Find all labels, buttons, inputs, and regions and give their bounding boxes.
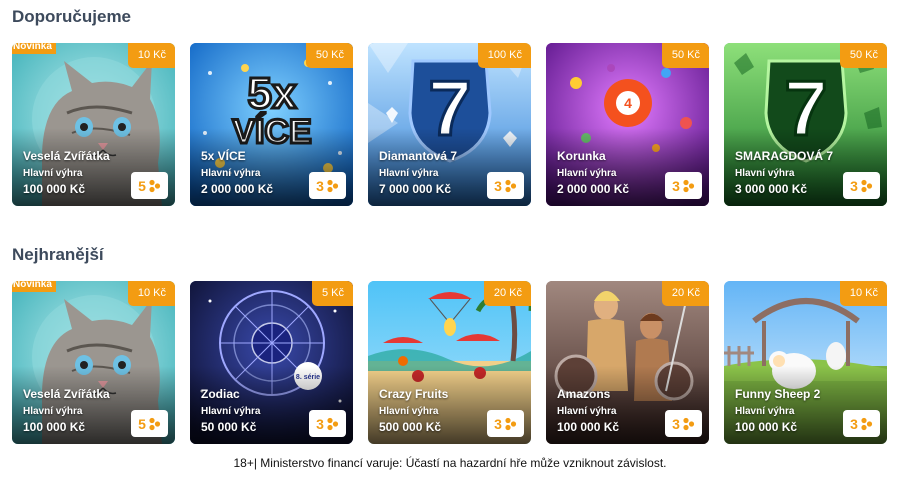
game-name: Diamantová 7 — [379, 149, 458, 163]
price-badge: 10 Kč — [839, 281, 887, 306]
price-badge: 10 Kč — [127, 43, 175, 68]
most-played-row: Novinka 10 Kč Veselá Zvířátka Hlavní výhra 1… — [12, 281, 887, 446]
main-prize-label: Hlavní výhra — [23, 168, 83, 179]
main-prize-label: Hlavní výhra — [379, 406, 439, 417]
game-name: SMARAGDOVÁ 7 — [735, 149, 834, 163]
price-badge: 100 Kč — [477, 43, 531, 68]
odds-value: 3 — [316, 415, 324, 432]
main-prize-label: Hlavní výhra — [735, 406, 795, 417]
odds-badge: 3 — [665, 410, 702, 437]
new-badge: Novinka — [12, 281, 56, 292]
odds-icon — [683, 417, 694, 430]
main-prize-label: Hlavní výhra — [557, 168, 617, 179]
odds-icon — [327, 417, 338, 430]
game-card[interactable]: 20 Kč Crazy Fruits Hlavní výhra 500 000 Kč 3 — [368, 281, 531, 444]
main-prize-value: 100 000 Kč — [23, 420, 86, 434]
art-text-5x: 5x — [248, 69, 297, 118]
odds-value: 3 — [494, 177, 502, 194]
odds-icon — [505, 179, 516, 192]
game-card[interactable]: 4 50 Kč Korunka Hlavní výhra 2 000 000 Kč 3 — [546, 43, 709, 206]
price-badge: 50 Kč — [305, 43, 353, 68]
main-prize-label: Hlavní výhra — [201, 168, 261, 179]
main-prize-value: 100 000 Kč — [557, 420, 620, 434]
new-badge: Novinka — [12, 43, 56, 54]
recommended-row: Novinka 10 Kč Veselá Zvířátka Hlavní výhra 1… — [12, 43, 887, 208]
game-card[interactable]: 7 50 Kč SMARAGDOVÁ 7 Hlavní výhra 3 000 000 … — [724, 43, 887, 206]
main-prize-value: 100 000 Kč — [735, 420, 798, 434]
game-card[interactable]: Novinka 10 Kč Veselá Zvířátka Hlavní výhra 1… — [12, 43, 175, 206]
price-badge: 20 Kč — [661, 281, 709, 306]
main-prize-label: Hlavní výhra — [23, 406, 83, 417]
main-prize-value: 2 000 000 Kč — [201, 182, 274, 196]
game-card[interactable]: 20 Kč Amazons Hlavní výhra 100 000 Kč 3 — [546, 281, 709, 444]
odds-icon — [327, 179, 338, 192]
section-title-recommended: Doporučujeme — [12, 7, 132, 26]
main-prize-label: Hlavní výhra — [379, 168, 439, 179]
main-prize-value: 100 000 Kč — [23, 182, 86, 196]
main-prize-value: 3 000 000 Kč — [735, 182, 808, 196]
game-card[interactable]: 8. série5 KčZodiacHlavní výhra50 000 Kč3 — [190, 281, 353, 444]
main-prize-label: Hlavní výhra — [735, 168, 795, 179]
main-prize-value: 7 000 000 Kč — [379, 182, 452, 196]
main-prize-value: 500 000 Kč — [379, 420, 442, 434]
odds-badge: 3 — [487, 172, 524, 199]
section-title-most-played: Nejhranější — [12, 245, 104, 264]
odds-badge: 3 — [309, 410, 346, 437]
price-badge: 50 Kč — [661, 43, 709, 68]
game-name: Korunka — [557, 149, 606, 163]
main-prize-label: Hlavní výhra — [557, 406, 617, 417]
odds-icon — [149, 179, 160, 192]
price-badge: 10 Kč — [127, 281, 175, 306]
odds-value: 3 — [850, 177, 858, 194]
art-text-ball: 4 — [624, 95, 632, 111]
odds-value: 3 — [316, 177, 324, 194]
odds-badge: 5 — [131, 410, 168, 437]
game-card[interactable]: 7 100 Kč Diamantová 7 Hlavní výhra 7 000 00… — [368, 43, 531, 206]
odds-badge: 3 — [665, 172, 702, 199]
odds-icon — [149, 417, 160, 430]
odds-value: 5 — [138, 177, 146, 194]
game-card[interactable]: 10 Kč Funny Sheep 2 Hlavní výhra 100 000 Kč… — [724, 281, 887, 444]
odds-value: 3 — [672, 415, 680, 432]
main-prize-value: 50 000 Kč — [201, 420, 257, 434]
main-prize-label: Hlavní výhra — [201, 406, 261, 417]
game-card[interactable]: Novinka 10 Kč Veselá Zvířátka Hlavní výhra 1… — [12, 281, 175, 444]
odds-badge: 5 — [131, 172, 168, 199]
game-name: Veselá Zvířátka — [23, 149, 110, 163]
game-card[interactable]: 5x VÍCE50 Kč5x VÍCEHlavní výhra2 000 000… — [190, 43, 353, 206]
game-name: 5x VÍCE — [201, 149, 246, 163]
main-prize-value: 2 000 000 Kč — [557, 182, 630, 196]
odds-badge: 3 — [309, 172, 346, 199]
game-name: Zodiac — [201, 387, 240, 401]
price-badge: 50 Kč — [839, 43, 887, 68]
gambling-warning: 18+| Ministerstvo financí varuje: Účastí… — [233, 456, 667, 470]
game-name: Funny Sheep 2 — [735, 387, 821, 401]
price-badge: 5 Kč — [311, 281, 353, 306]
odds-value: 3 — [850, 415, 858, 432]
odds-badge: 3 — [487, 410, 524, 437]
odds-value: 3 — [672, 177, 680, 194]
price-badge: 20 Kč — [483, 281, 531, 306]
game-name: Veselá Zvířátka — [23, 387, 110, 401]
odds-value: 5 — [138, 415, 146, 432]
odds-icon — [683, 179, 694, 192]
odds-badge: 3 — [843, 172, 880, 199]
odds-badge: 3 — [843, 410, 880, 437]
game-name: Amazons — [557, 387, 611, 401]
odds-icon — [861, 179, 872, 192]
odds-icon — [861, 417, 872, 430]
odds-icon — [505, 417, 516, 430]
odds-value: 3 — [494, 415, 502, 432]
game-name: Crazy Fruits — [379, 387, 449, 401]
